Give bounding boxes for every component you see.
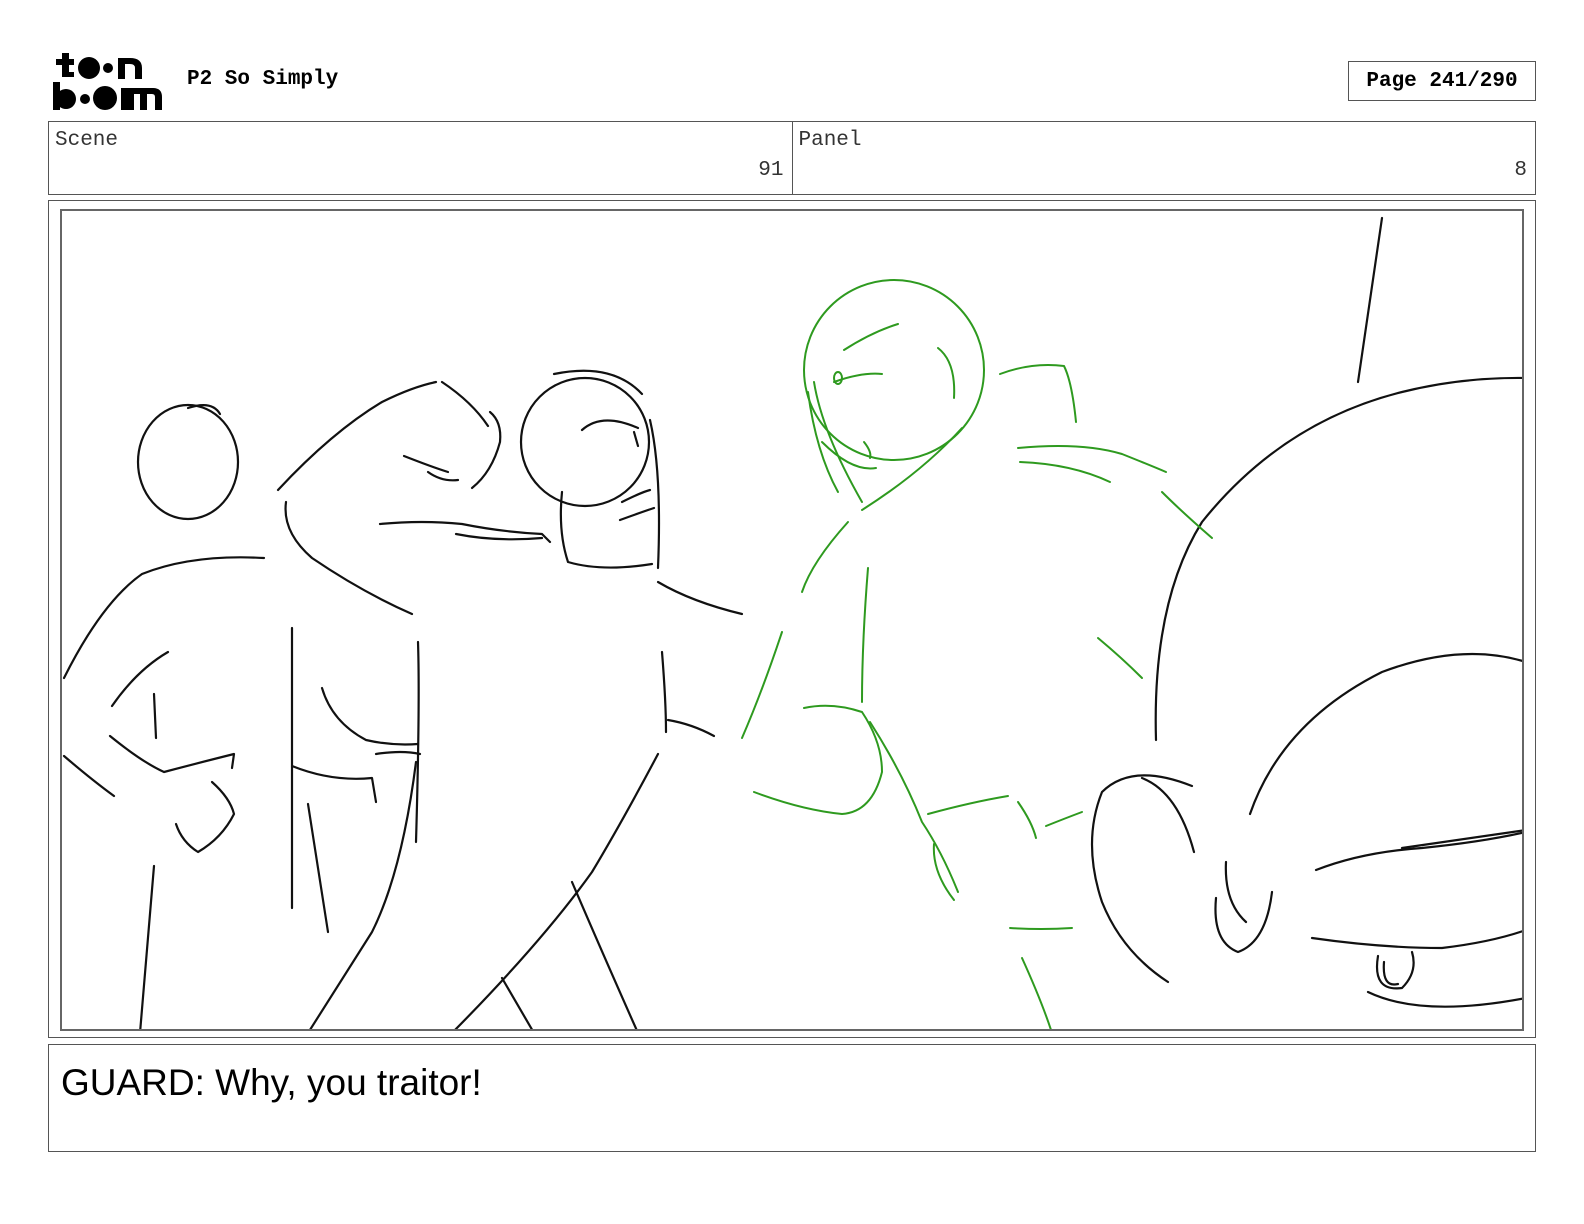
page-indicator: Page 241/290 [1348,61,1536,101]
scene-label: Scene [55,129,119,152]
left-figure-head [136,403,240,521]
storyboard-image [60,209,1524,1031]
foreground-head-outline [1154,376,1522,742]
toonboom-logo [53,53,162,110]
scene-cell: Scene 91 [49,122,792,194]
guard-head [519,376,651,508]
dialog-text: GUARD: Why, you traitor! [61,1062,482,1103]
scene-panel-info: Scene 91 Panel 8 [48,121,1536,195]
storyboard-sketch [62,216,1522,1029]
panel-cell: Panel 8 [791,122,1536,194]
panel-label: Panel [798,129,862,152]
black-ink-layer [62,216,1522,1029]
toonboom-logo-glyphs [53,53,162,110]
left-figure-body [62,556,266,680]
panel-number: 8 [1514,159,1527,182]
project-title: P2 So Simply [187,68,339,91]
scene-number: 91 [758,159,784,182]
green-sketch-layer [741,279,1213,1029]
dialog-box: GUARD: Why, you traitor! [48,1044,1536,1152]
foreground-ear [1090,774,1194,984]
